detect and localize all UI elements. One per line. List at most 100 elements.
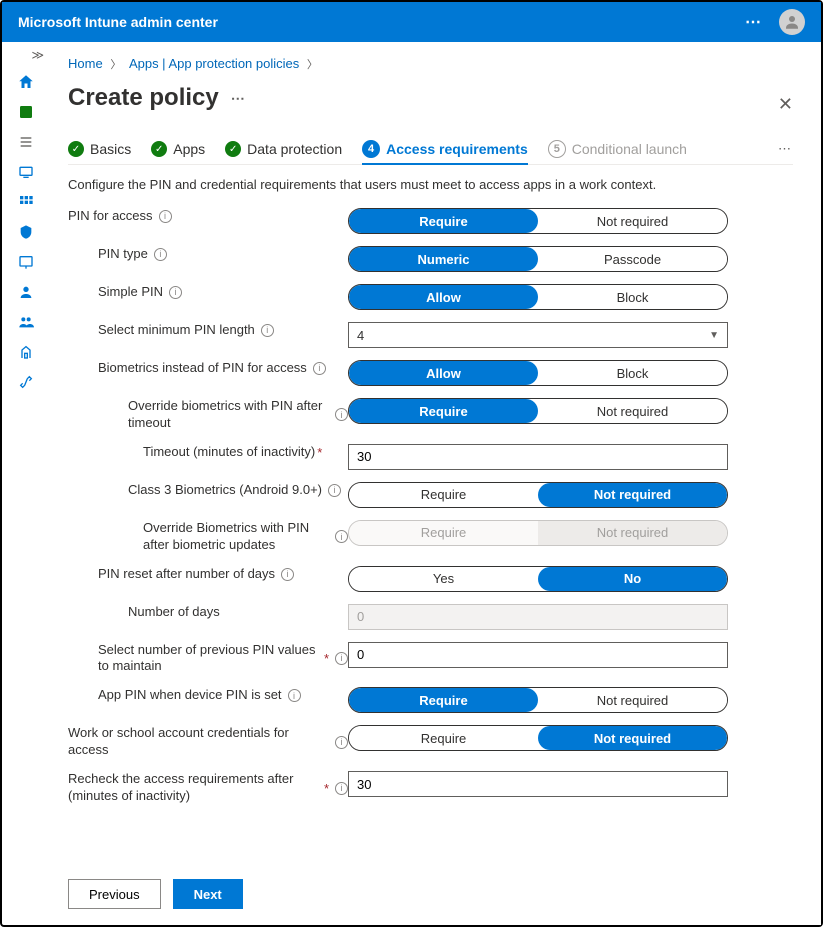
breadcrumb-apps[interactable]: Apps | App protection policies <box>129 56 299 71</box>
required-marker: * <box>317 445 322 460</box>
opt-no[interactable]: No <box>538 567 727 591</box>
label-timeout: Timeout (minutes of inactivity) <box>143 444 315 461</box>
toggle-pin-type[interactable]: Numeric Passcode <box>348 246 728 272</box>
opt-allow[interactable]: Allow <box>349 361 538 385</box>
label-pin-type: PIN type <box>98 246 148 263</box>
home-icon[interactable] <box>16 72 36 92</box>
wizard-step-basics[interactable]: ✓ Basics <box>68 141 131 157</box>
opt-block[interactable]: Block <box>538 285 727 309</box>
opt-passcode[interactable]: Passcode <box>538 247 727 271</box>
label-pin-reset: PIN reset after number of days <box>98 566 275 583</box>
info-icon[interactable]: i <box>169 286 182 299</box>
close-icon[interactable]: ✕ <box>778 94 793 115</box>
toggle-app-pin[interactable]: Require Not required <box>348 687 728 713</box>
wizard-step-conditional-launch[interactable]: 5 Conditional launch <box>548 140 687 158</box>
opt-not-required[interactable]: Not required <box>538 726 727 750</box>
label-pin-access: PIN for access <box>68 208 153 225</box>
toggle-biometrics[interactable]: Allow Block <box>348 360 728 386</box>
toggle-override-update: Require Not required <box>348 520 728 546</box>
toggle-pin-reset[interactable]: Yes No <box>348 566 728 592</box>
apps-icon[interactable] <box>16 192 36 212</box>
toggle-class3[interactable]: Require Not required <box>348 482 728 508</box>
wizard-step-data-protection[interactable]: ✓ Data protection <box>225 141 342 157</box>
opt-not-required[interactable]: Not required <box>538 399 727 423</box>
label-min-length: Select minimum PIN length <box>98 322 255 339</box>
opt-require: Require <box>349 521 538 545</box>
groups-icon[interactable] <box>16 312 36 332</box>
users-icon[interactable] <box>16 282 36 302</box>
info-icon[interactable]: i <box>335 736 348 749</box>
label-num-days: Number of days <box>128 604 220 621</box>
check-icon: ✓ <box>151 141 167 157</box>
page-more-icon[interactable]: ⋯ <box>231 90 247 107</box>
collapse-sidebar-icon[interactable]: ≫ <box>31 48 44 62</box>
info-icon[interactable]: i <box>313 362 326 375</box>
select-min-length[interactable]: 4 ▼ <box>348 322 728 348</box>
opt-allow[interactable]: Allow <box>349 285 538 309</box>
info-icon[interactable]: i <box>335 782 348 795</box>
info-icon[interactable]: i <box>335 530 348 543</box>
chevron-right-icon: 〉 <box>106 59 125 71</box>
step-number-icon: 4 <box>362 140 380 158</box>
info-icon[interactable]: i <box>261 324 274 337</box>
input-recheck[interactable] <box>348 771 728 797</box>
app-title: Microsoft Intune admin center <box>18 14 218 30</box>
opt-require[interactable]: Require <box>349 483 538 507</box>
top-bar: Microsoft Intune admin center ⋯ <box>2 2 821 42</box>
dashboard-icon[interactable] <box>16 102 36 122</box>
opt-require[interactable]: Require <box>349 399 538 423</box>
breadcrumb: Home 〉 Apps | App protection policies 〉 <box>68 52 793 80</box>
devices-icon[interactable] <box>16 162 36 182</box>
opt-numeric[interactable]: Numeric <box>349 247 538 271</box>
troubleshoot-icon[interactable] <box>16 372 36 392</box>
opt-yes[interactable]: Yes <box>349 567 538 591</box>
list-icon[interactable] <box>16 132 36 152</box>
opt-require[interactable]: Require <box>349 688 538 712</box>
tenant-icon[interactable] <box>16 342 36 362</box>
next-button[interactable]: Next <box>173 879 243 909</box>
opt-not-required: Not required <box>538 521 727 545</box>
wizard-step-access-requirements[interactable]: 4 Access requirements <box>362 140 528 165</box>
info-icon[interactable]: i <box>288 689 301 702</box>
info-icon[interactable]: i <box>335 652 348 665</box>
wizard-step-apps[interactable]: ✓ Apps <box>151 141 205 157</box>
opt-require[interactable]: Require <box>349 209 538 233</box>
toggle-pin-access[interactable]: Require Not required <box>348 208 728 234</box>
footer-bar: Previous Next <box>50 865 821 925</box>
previous-button[interactable]: Previous <box>68 879 161 909</box>
step-number-icon: 5 <box>548 140 566 158</box>
wizard-more-icon[interactable]: ⋯ <box>778 141 793 157</box>
opt-not-required[interactable]: Not required <box>538 209 727 233</box>
check-icon: ✓ <box>68 141 84 157</box>
label-biometrics: Biometrics instead of PIN for access <box>98 360 307 377</box>
security-icon[interactable] <box>16 222 36 242</box>
info-icon[interactable]: i <box>281 568 294 581</box>
opt-block[interactable]: Block <box>538 361 727 385</box>
info-icon[interactable]: i <box>328 484 341 497</box>
toggle-override-timeout[interactable]: Require Not required <box>348 398 728 424</box>
toggle-simple-pin[interactable]: Allow Block <box>348 284 728 310</box>
chevron-right-icon: 〉 <box>303 59 322 71</box>
required-marker: * <box>324 651 329 666</box>
sidebar: ≫ <box>2 42 50 925</box>
input-num-days <box>348 604 728 630</box>
input-timeout[interactable] <box>348 444 728 470</box>
breadcrumb-home[interactable]: Home <box>68 56 103 71</box>
label-work-creds: Work or school account credentials for a… <box>68 725 329 759</box>
topbar-more-icon[interactable]: ⋯ <box>745 12 763 32</box>
page-title: Create policy ⋯ <box>68 84 247 112</box>
check-icon: ✓ <box>225 141 241 157</box>
input-prev-values[interactable] <box>348 642 728 668</box>
label-simple-pin: Simple PIN <box>98 284 163 301</box>
avatar-icon[interactable] <box>779 9 805 35</box>
opt-not-required[interactable]: Not required <box>538 483 727 507</box>
toggle-work-creds[interactable]: Require Not required <box>348 725 728 751</box>
opt-require[interactable]: Require <box>349 726 538 750</box>
opt-not-required[interactable]: Not required <box>538 688 727 712</box>
wizard-steps: ✓ Basics ✓ Apps ✓ Data protection 4 Acce… <box>68 140 793 165</box>
label-override-timeout: Override biometrics with PIN after timeo… <box>128 398 329 432</box>
info-icon[interactable]: i <box>159 210 172 223</box>
reports-icon[interactable] <box>16 252 36 272</box>
info-icon[interactable]: i <box>154 248 167 261</box>
info-icon[interactable]: i <box>335 408 348 421</box>
